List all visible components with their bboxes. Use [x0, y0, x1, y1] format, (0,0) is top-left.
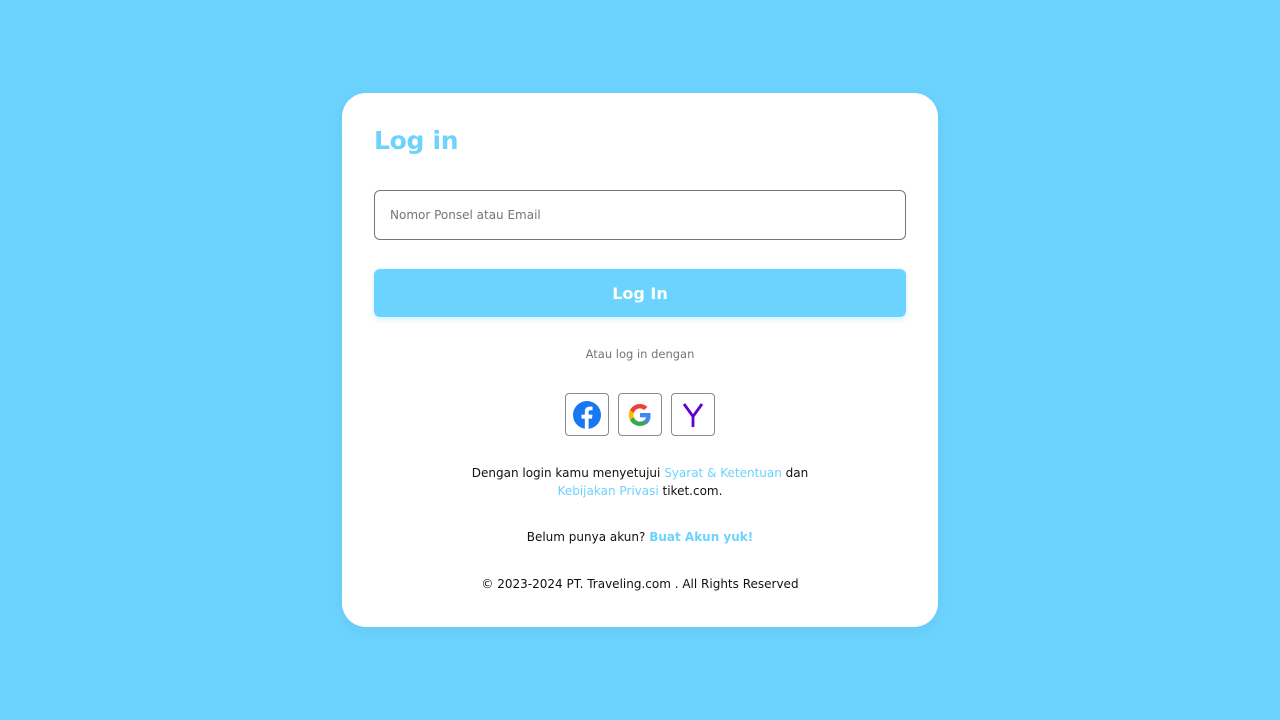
login-card: Log in Log In Atau log in dengan Dengan … [342, 93, 938, 627]
identifier-field[interactable] [374, 190, 906, 240]
signup-link[interactable]: Buat Akun yuk! [649, 530, 753, 544]
terms-prefix: Dengan login kamu menyetujui [471, 466, 665, 480]
google-icon [628, 403, 651, 426]
yahoo-icon [682, 402, 704, 427]
terms-notice: Dengan login kamu menyetujui Syarat & Ke… [342, 464, 938, 500]
privacy-link[interactable]: Kebijakan Privasi [558, 484, 659, 498]
signup-text: Belum punya akun? [526, 530, 650, 544]
google-login-button[interactable] [618, 393, 662, 436]
terms-link[interactable]: Syarat & Ketentuan [664, 466, 782, 480]
copyright-footer: © 2023-2024 PT. Traveling.com . All Righ… [481, 577, 799, 591]
signup-prompt: Belum punya akun? Buat Akun yuk! [342, 530, 938, 544]
terms-suffix: tiket.com. [658, 484, 723, 498]
login-button[interactable]: Log In [374, 269, 906, 317]
facebook-icon [573, 400, 601, 429]
facebook-login-button[interactable] [565, 393, 609, 436]
social-login-divider: Atau log in dengan [585, 347, 695, 361]
terms-middle: dan [781, 466, 809, 480]
yahoo-login-button[interactable] [671, 393, 715, 436]
identifier-input[interactable] [375, 191, 905, 239]
page-title: Log in [374, 126, 459, 155]
